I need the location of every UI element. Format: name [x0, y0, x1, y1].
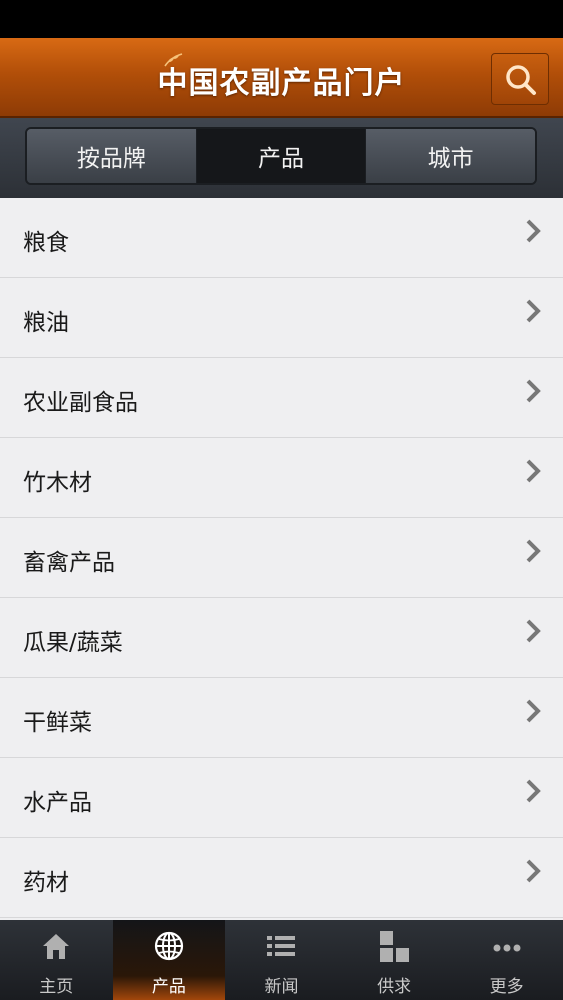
list-item[interactable]: 农业副食品	[0, 358, 563, 438]
category-list: 粮食 粮油 农业副食品 竹木材 畜禽产品 瓜果/蔬菜 干鲜菜 水产品 药材	[0, 198, 563, 918]
app-header: 中国农副产品门户	[0, 38, 563, 118]
chevron-right-icon	[526, 379, 541, 403]
list-item-label: 粮油	[23, 310, 69, 336]
list-icon	[267, 936, 296, 956]
list-item-label: 粮食	[23, 230, 69, 256]
tab-supply-demand[interactable]: 供求	[338, 920, 451, 1000]
tab-news[interactable]: 新闻	[225, 920, 338, 1000]
list-item-label: 畜禽产品	[23, 550, 115, 576]
filter-segment-bar: 按品牌 产品 城市	[0, 118, 563, 198]
tab-home[interactable]: 主页	[0, 920, 113, 1000]
list-item-label: 干鲜菜	[23, 710, 92, 736]
home-icon	[43, 934, 70, 959]
list-item[interactable]: 竹木材	[0, 438, 563, 518]
list-item[interactable]: 干鲜菜	[0, 678, 563, 758]
bottom-tab-bar: 主页 产品 新闻 供求 更多	[0, 920, 563, 1000]
chevron-right-icon	[526, 699, 541, 723]
search-icon	[506, 65, 536, 95]
list-item-label: 农业副食品	[23, 390, 138, 416]
list-item-label: 水产品	[23, 790, 92, 816]
list-item[interactable]: 畜禽产品	[0, 518, 563, 598]
page-title: 中国农副产品门户	[157, 66, 406, 101]
tab-label: 产品	[151, 977, 186, 997]
list-item-label: 瓜果/蔬菜	[23, 630, 123, 656]
search-button[interactable]	[491, 53, 549, 105]
chevron-right-icon	[526, 459, 541, 483]
list-item[interactable]: 水产品	[0, 758, 563, 838]
segment-brand[interactable]: 按品牌	[27, 129, 197, 183]
globe-icon	[154, 931, 183, 961]
blocks-icon	[380, 931, 410, 962]
more-icon	[493, 944, 521, 952]
tab-label: 更多	[489, 977, 524, 997]
list-item[interactable]: 药材	[0, 838, 563, 918]
chevron-right-icon	[526, 779, 541, 803]
chevron-right-icon	[526, 219, 541, 243]
list-item[interactable]: 粮油	[0, 278, 563, 358]
list-item[interactable]: 粮食	[0, 198, 563, 278]
segment-city[interactable]: 城市	[366, 129, 535, 183]
chevron-right-icon	[526, 619, 541, 643]
list-item-label: 竹木材	[23, 470, 92, 496]
tab-products[interactable]: 产品	[112, 920, 226, 1000]
list-item[interactable]: 瓜果/蔬菜	[0, 598, 563, 678]
segmented-control: 按品牌 产品 城市	[25, 127, 537, 185]
tab-label: 主页	[39, 977, 74, 997]
tab-more[interactable]: 更多	[450, 920, 563, 1000]
list-item-label: 药材	[23, 870, 69, 896]
tab-label: 供求	[377, 977, 412, 997]
status-bar	[0, 0, 563, 38]
chevron-right-icon	[526, 539, 541, 563]
tab-label: 新闻	[264, 977, 299, 997]
chevron-right-icon	[526, 859, 541, 883]
segment-product[interactable]: 产品	[196, 129, 367, 183]
chevron-right-icon	[526, 299, 541, 323]
